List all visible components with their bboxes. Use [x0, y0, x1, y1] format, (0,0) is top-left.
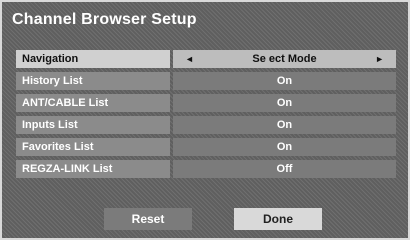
menu-row-ant-cable-list[interactable]: ANT/CABLE List On: [16, 94, 396, 112]
menu-row-value[interactable]: On: [173, 138, 396, 156]
button-bar: Reset Done: [2, 208, 412, 230]
navigation-selector[interactable]: ◄ Se ect Mode ►: [173, 50, 396, 68]
menu-row-value[interactable]: Off: [173, 160, 396, 178]
menu-row-label: REGZA-LINK List: [16, 160, 170, 178]
menu-row-label: Navigation: [16, 50, 170, 68]
left-arrow-icon[interactable]: ◄: [185, 50, 194, 68]
reset-button[interactable]: Reset: [104, 208, 192, 230]
page-title: Channel Browser Setup: [12, 11, 197, 28]
settings-menu: Navigation ◄ Se ect Mode ► History List …: [16, 50, 396, 182]
menu-row-value[interactable]: On: [173, 116, 396, 134]
channel-browser-setup-screen: Channel Browser Setup Navigation ◄ Se ec…: [0, 0, 410, 240]
menu-row-history-list[interactable]: History List On: [16, 72, 396, 90]
menu-row-value[interactable]: On: [173, 94, 396, 112]
menu-row-favorites-list[interactable]: Favorites List On: [16, 138, 396, 156]
menu-row-label: Inputs List: [16, 116, 170, 134]
menu-row-label: ANT/CABLE List: [16, 94, 170, 112]
menu-row-regza-link-list[interactable]: REGZA-LINK List Off: [16, 160, 396, 178]
menu-row-value: Se ect Mode: [252, 53, 317, 65]
menu-row-inputs-list[interactable]: Inputs List On: [16, 116, 396, 134]
right-arrow-icon[interactable]: ►: [375, 50, 384, 68]
done-button[interactable]: Done: [234, 208, 322, 230]
menu-row-label: History List: [16, 72, 170, 90]
menu-row-navigation[interactable]: Navigation ◄ Se ect Mode ►: [16, 50, 396, 68]
menu-row-label: Favorites List: [16, 138, 170, 156]
menu-row-value[interactable]: On: [173, 72, 396, 90]
